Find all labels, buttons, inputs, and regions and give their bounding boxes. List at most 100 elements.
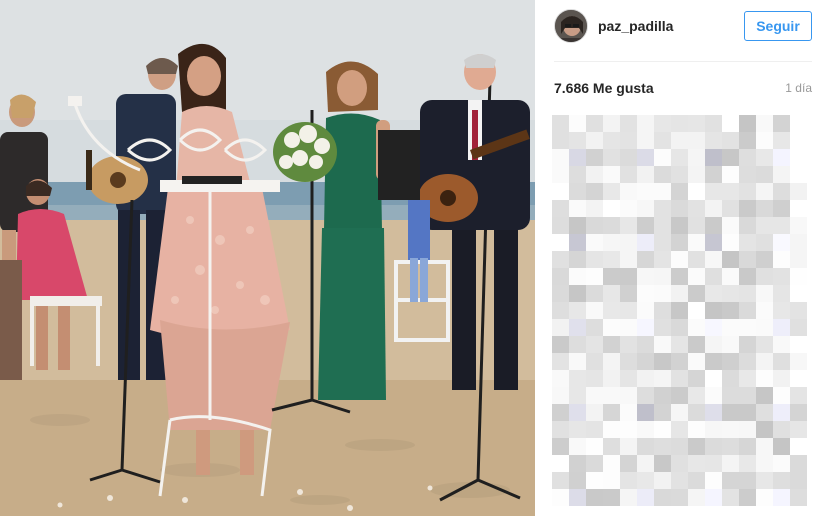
mosaic-cell	[688, 472, 705, 489]
mosaic-cell	[773, 302, 790, 319]
mosaic-cell	[756, 200, 773, 217]
mosaic-cell	[654, 438, 671, 455]
mosaic-cell	[705, 336, 722, 353]
mosaic-cell	[671, 421, 688, 438]
mosaic-cell	[705, 387, 722, 404]
avatar-image	[555, 10, 587, 42]
mosaic-cell	[688, 149, 705, 166]
post-timestamp[interactable]: 1 día	[785, 81, 812, 95]
mosaic-cell	[773, 387, 790, 404]
mosaic-cell	[722, 268, 739, 285]
mosaic-cell	[756, 404, 773, 421]
mosaic-cell	[654, 353, 671, 370]
mosaic-cell	[756, 455, 773, 472]
mosaic-cell	[790, 472, 807, 489]
mosaic-cell	[654, 149, 671, 166]
mosaic-cell	[773, 336, 790, 353]
mosaic-cell	[654, 489, 671, 506]
mosaic-cell	[603, 285, 620, 302]
mosaic-cell	[620, 132, 637, 149]
mosaic-cell	[671, 387, 688, 404]
mosaic-cell	[688, 455, 705, 472]
username-link[interactable]: paz_padilla	[598, 18, 673, 34]
mosaic-cell	[603, 234, 620, 251]
mosaic-cell	[739, 438, 756, 455]
mosaic-cell	[586, 455, 603, 472]
mosaic-cell	[722, 149, 739, 166]
mosaic-cell	[603, 268, 620, 285]
mosaic-cell	[586, 421, 603, 438]
mosaic-cell	[688, 421, 705, 438]
mosaic-cell	[654, 370, 671, 387]
mosaic-cell	[773, 370, 790, 387]
mosaic-cell	[654, 251, 671, 268]
post-photo[interactable]	[0, 0, 535, 516]
mosaic-cell	[739, 115, 756, 132]
mosaic-cell	[705, 438, 722, 455]
follow-button[interactable]: Seguir	[744, 11, 812, 41]
mosaic-cell	[586, 302, 603, 319]
mosaic-cell	[620, 149, 637, 166]
mosaic-cell	[756, 166, 773, 183]
mosaic-cell	[603, 387, 620, 404]
avatar[interactable]	[554, 9, 588, 43]
mosaic-cell	[705, 268, 722, 285]
mosaic-cell	[790, 455, 807, 472]
mosaic-cell	[552, 455, 569, 472]
mosaic-cell	[620, 438, 637, 455]
mosaic-cell	[654, 132, 671, 149]
mosaic-cell	[722, 404, 739, 421]
mosaic-cell	[586, 336, 603, 353]
mosaic-cell	[756, 438, 773, 455]
mosaic-cell	[688, 268, 705, 285]
mosaic-cell	[552, 489, 569, 506]
mosaic-cell	[756, 115, 773, 132]
mosaic-cell	[688, 115, 705, 132]
mosaic-cell	[688, 166, 705, 183]
mosaic-cell	[620, 472, 637, 489]
mosaic-cell	[790, 319, 807, 336]
mosaic-cell	[654, 285, 671, 302]
mosaic-cell	[722, 421, 739, 438]
mosaic-cell	[722, 370, 739, 387]
mosaic-cell	[739, 234, 756, 251]
mosaic-cell	[654, 472, 671, 489]
mosaic-cell	[603, 404, 620, 421]
mosaic-cell	[739, 472, 756, 489]
mosaic-cell	[569, 234, 586, 251]
mosaic-cell	[637, 404, 654, 421]
mosaic-cell	[586, 217, 603, 234]
mosaic-cell	[603, 115, 620, 132]
mosaic-cell	[705, 132, 722, 149]
mosaic-cell	[603, 251, 620, 268]
mosaic-cell	[773, 472, 790, 489]
mosaic-cell	[756, 370, 773, 387]
mosaic-cell	[705, 200, 722, 217]
mosaic-cell	[586, 268, 603, 285]
mosaic-cell	[637, 200, 654, 217]
mosaic-cell	[569, 200, 586, 217]
mosaic-cell	[705, 251, 722, 268]
mosaic-cell	[705, 319, 722, 336]
mosaic-cell	[773, 404, 790, 421]
mosaic-cell	[705, 404, 722, 421]
mosaic-cell	[756, 421, 773, 438]
mosaic-cell	[773, 200, 790, 217]
mosaic-cell	[756, 217, 773, 234]
mosaic-cell	[671, 149, 688, 166]
mosaic-cell	[569, 319, 586, 336]
mosaic-cell	[722, 183, 739, 200]
mosaic-cell	[637, 183, 654, 200]
mosaic-cell	[569, 472, 586, 489]
mosaic-cell	[705, 302, 722, 319]
likes-count[interactable]: 7.686 Me gusta	[554, 80, 654, 96]
mosaic-cell	[654, 404, 671, 421]
mosaic-cell	[552, 404, 569, 421]
mosaic-cell	[637, 455, 654, 472]
mosaic-cell	[603, 489, 620, 506]
mosaic-cell	[688, 438, 705, 455]
mosaic-cell	[688, 387, 705, 404]
mosaic-cell	[722, 319, 739, 336]
mosaic-cell	[586, 234, 603, 251]
mosaic-cell	[569, 268, 586, 285]
